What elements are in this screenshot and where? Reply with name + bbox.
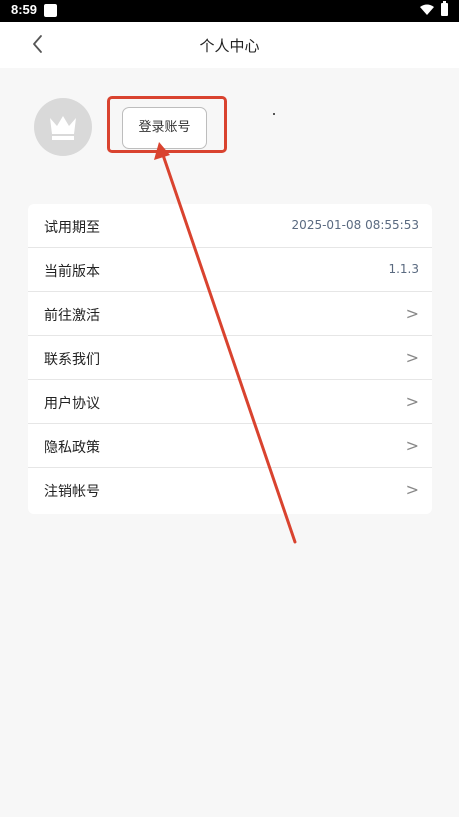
trial-expiry-value: 2025-01-08 08:55:53 [291, 218, 419, 232]
chevron-right-icon: > [405, 392, 419, 411]
crown-icon [50, 116, 76, 140]
login-button[interactable]: 登录账号 [122, 107, 207, 149]
menu-item-label: 隐私政策 [44, 440, 100, 456]
version-value: 1.1.3 [388, 262, 419, 276]
menu-item-trial-expiry: 试用期至 2025-01-08 08:55:53 [28, 204, 432, 248]
chevron-right-icon: > [405, 304, 419, 323]
menu-item-current-version: 当前版本 1.1.3 [28, 248, 432, 292]
wifi-icon [420, 4, 434, 15]
menu-item-label: 当前版本 [44, 264, 100, 280]
menu-item-activate[interactable]: 前往激活 > [28, 292, 432, 336]
dot-mark [273, 113, 275, 115]
menu-item-user-agreement[interactable]: 用户协议 > [28, 380, 432, 424]
status-bar: 8:59 [0, 0, 459, 22]
notification-app-icon [44, 4, 57, 17]
menu-item-label: 前往激活 [44, 308, 100, 324]
menu-item-label: 用户协议 [44, 396, 100, 412]
menu-item-label: 注销帐号 [44, 484, 100, 500]
chevron-right-icon: > [405, 480, 419, 499]
avatar[interactable] [34, 98, 92, 156]
status-time: 8:59 [11, 2, 38, 17]
menu-item-privacy-policy[interactable]: 隐私政策 > [28, 424, 432, 468]
chevron-right-icon: > [405, 348, 419, 367]
menu-item-label: 联系我们 [44, 352, 100, 368]
battery-icon [441, 1, 448, 16]
menu-item-contact-us[interactable]: 联系我们 > [28, 336, 432, 380]
settings-menu: 试用期至 2025-01-08 08:55:53 当前版本 1.1.3 前往激活… [28, 204, 432, 514]
chevron-right-icon: > [405, 436, 419, 455]
menu-item-label: 试用期至 [44, 220, 100, 236]
page-title: 个人中心 [199, 37, 260, 55]
top-app-bar: 个人中心 [0, 22, 459, 68]
menu-item-delete-account[interactable]: 注销帐号 > [28, 468, 432, 512]
